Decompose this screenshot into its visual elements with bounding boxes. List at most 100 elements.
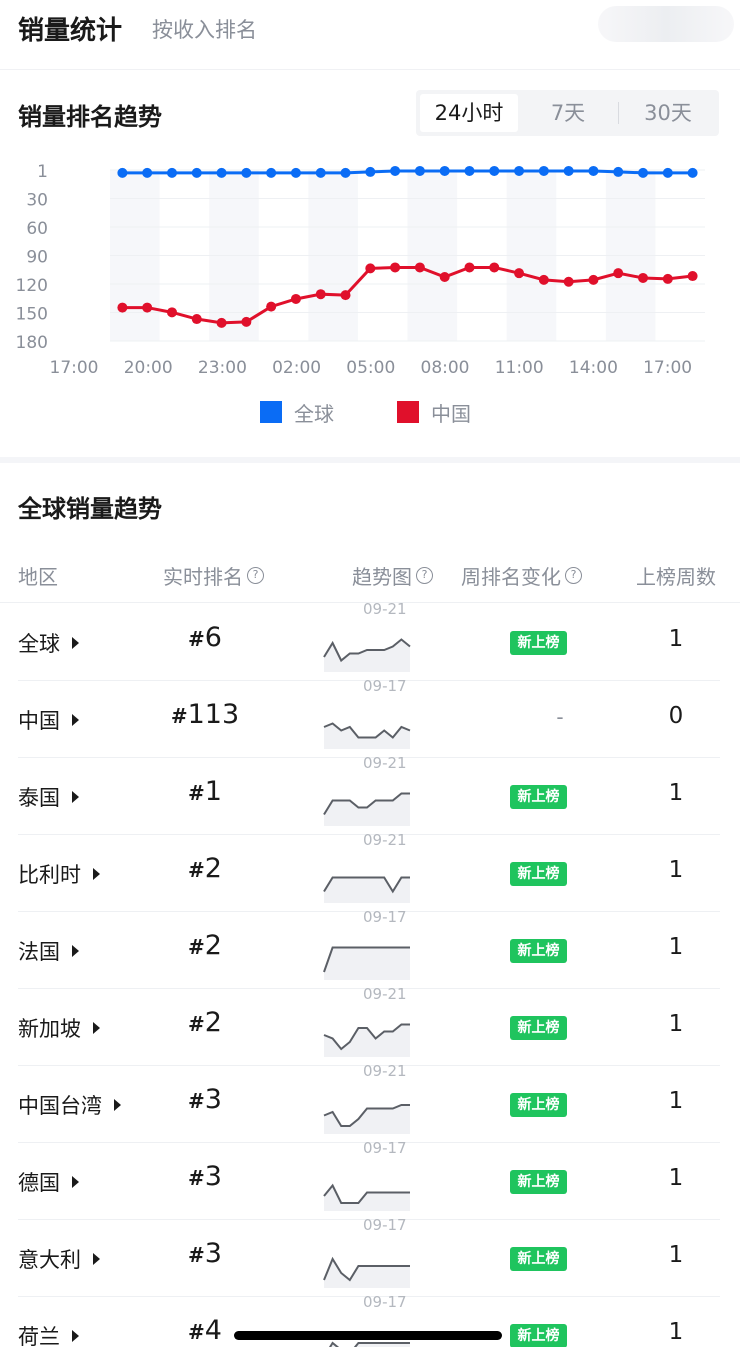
sparkline-graph: [323, 1104, 410, 1134]
region-name[interactable]: 新加坡: [18, 1013, 100, 1043]
sparkline-date: 09-17: [363, 1293, 407, 1311]
table-row[interactable]: 中国 #113 09-17 - 0: [0, 677, 740, 758]
series-point-china: [290, 293, 301, 304]
series-point-global: [613, 166, 624, 177]
region-name[interactable]: 比利时: [18, 859, 100, 889]
rank-hash: #: [188, 781, 205, 805]
y-tick-label: 1: [37, 162, 48, 182]
sparkline-graph: [323, 876, 410, 903]
table-row[interactable]: 泰国 #1 09-21 新上榜 1: [0, 754, 740, 835]
rank-hash: #: [188, 1166, 205, 1190]
series-point-china: [514, 268, 525, 279]
table-row[interactable]: 比利时 #2 09-21 新上榜 1: [0, 831, 740, 912]
help-icon[interactable]: ?: [416, 567, 433, 584]
region-name[interactable]: 全球: [18, 628, 79, 658]
series-point-global: [514, 165, 525, 176]
rank-value: 3: [204, 1238, 222, 1269]
region-name[interactable]: 德国: [18, 1167, 79, 1197]
legend-swatch-china: [397, 401, 419, 423]
realtime-rank: #2: [150, 1007, 260, 1038]
series-point-global: [588, 165, 599, 176]
series-point-global: [538, 165, 549, 176]
region-name[interactable]: 荷兰: [18, 1321, 79, 1347]
trend-sparkline[interactable]: 09-21: [316, 1062, 416, 1143]
region-name[interactable]: 中国: [18, 705, 79, 735]
region-name[interactable]: 中国台湾: [18, 1090, 121, 1120]
series-point-global: [166, 167, 177, 178]
x-tick-label: 23:00: [198, 358, 247, 378]
new-entry-badge: 新上榜: [510, 1324, 567, 1347]
realtime-rank: #3: [150, 1084, 260, 1115]
region-label: 法国: [18, 940, 60, 964]
weeks-on-chart: 1: [668, 626, 684, 652]
series-point-global: [390, 165, 401, 176]
sparkline-date: 09-21: [363, 754, 407, 772]
caret-right-icon: [93, 1253, 100, 1265]
table-row[interactable]: 法国 #2 09-17 新上榜 1: [0, 908, 740, 989]
weeks-on-chart: 1: [668, 934, 684, 960]
series-point-china: [241, 316, 252, 327]
caret-right-icon: [93, 1022, 100, 1034]
range-tab-30d[interactable]: 30天: [620, 94, 716, 132]
region-name[interactable]: 泰国: [18, 782, 79, 812]
region-label: 中国: [18, 709, 60, 733]
sparkline-date: 09-17: [363, 908, 407, 926]
header-trend: 趋势图?: [352, 561, 433, 590]
rank-value: 6: [204, 622, 222, 653]
range-tab-7d[interactable]: 7天: [520, 94, 616, 132]
weeks-on-chart: 1: [668, 857, 684, 883]
table-row[interactable]: 意大利 #3 09-17 新上榜 1: [0, 1216, 740, 1297]
region-label: 泰国: [18, 786, 60, 810]
region-name[interactable]: 意大利: [18, 1244, 100, 1274]
series-point-global: [662, 167, 673, 178]
series-point-global: [464, 165, 475, 176]
home-indicator[interactable]: [234, 1331, 502, 1340]
sparkline-date: 09-17: [363, 677, 407, 695]
table-header: 地区 实时排名? 趋势图? 周排名变化? 上榜周数: [0, 555, 740, 603]
realtime-rank: #113: [150, 699, 260, 730]
region-name[interactable]: 法国: [18, 936, 79, 966]
global-trend-title: 全球销量趋势: [18, 495, 162, 523]
help-icon[interactable]: ?: [565, 567, 582, 584]
series-point-global: [216, 167, 227, 178]
weeks-on-chart: 1: [668, 1011, 684, 1037]
trend-sparkline[interactable]: 09-17: [316, 1216, 416, 1297]
series-point-global: [414, 165, 425, 176]
trend-sparkline[interactable]: 09-21: [316, 754, 416, 835]
region-label: 德国: [18, 1171, 60, 1195]
table-row[interactable]: 中国台湾 #3 09-21 新上榜 1: [0, 1062, 740, 1143]
series-point-china: [117, 302, 128, 313]
caret-right-icon: [72, 1330, 79, 1342]
rank-trend-chart: 130609012015018017:00 20:00 23:00 02:00 05:0…: [16, 162, 705, 378]
help-icon[interactable]: ?: [247, 567, 264, 584]
legend-item-global[interactable]: 全球: [260, 398, 334, 426]
rank-value: 1: [204, 776, 222, 807]
trend-sparkline[interactable]: 09-17: [316, 1139, 416, 1220]
header-region: 地区: [18, 565, 58, 589]
sparkline-area: [324, 1259, 410, 1288]
trend-sparkline[interactable]: 09-17: [316, 677, 416, 758]
range-segmented-control: 24小时 7天 30天: [416, 90, 719, 136]
blurred-header-control[interactable]: [598, 6, 734, 42]
series-point-global: [315, 167, 326, 178]
sparkline-date: 09-21: [363, 831, 407, 849]
caret-right-icon: [72, 945, 79, 957]
rank-value: 4: [204, 1315, 222, 1346]
table-row[interactable]: 新加坡 #2 09-21 新上榜 1: [0, 985, 740, 1066]
legend-item-china[interactable]: 中国: [397, 398, 471, 426]
table-row[interactable]: 德国 #3 09-17 新上榜 1: [0, 1139, 740, 1220]
series-point-global: [439, 165, 450, 176]
series-point-global: [117, 167, 128, 178]
y-tick-label: 180: [16, 333, 48, 353]
trend-sparkline[interactable]: 09-21: [316, 985, 416, 1066]
new-entry-badge: 新上榜: [510, 785, 567, 809]
global-trend-card: 全球销量趋势 地区 实时排名? 趋势图? 周排名变化? 上榜周数 全球 #6 09-…: [0, 463, 740, 1347]
range-tab-24h[interactable]: 24小时: [420, 94, 518, 132]
trend-sparkline[interactable]: 09-21: [316, 600, 416, 681]
trend-sparkline[interactable]: 09-21: [316, 831, 416, 912]
series-point-global: [191, 167, 202, 178]
series-point-global: [563, 165, 574, 176]
series-point-china: [390, 262, 401, 273]
table-row[interactable]: 全球 #6 09-21 新上榜 1: [0, 600, 740, 681]
trend-sparkline[interactable]: 09-17: [316, 908, 416, 989]
